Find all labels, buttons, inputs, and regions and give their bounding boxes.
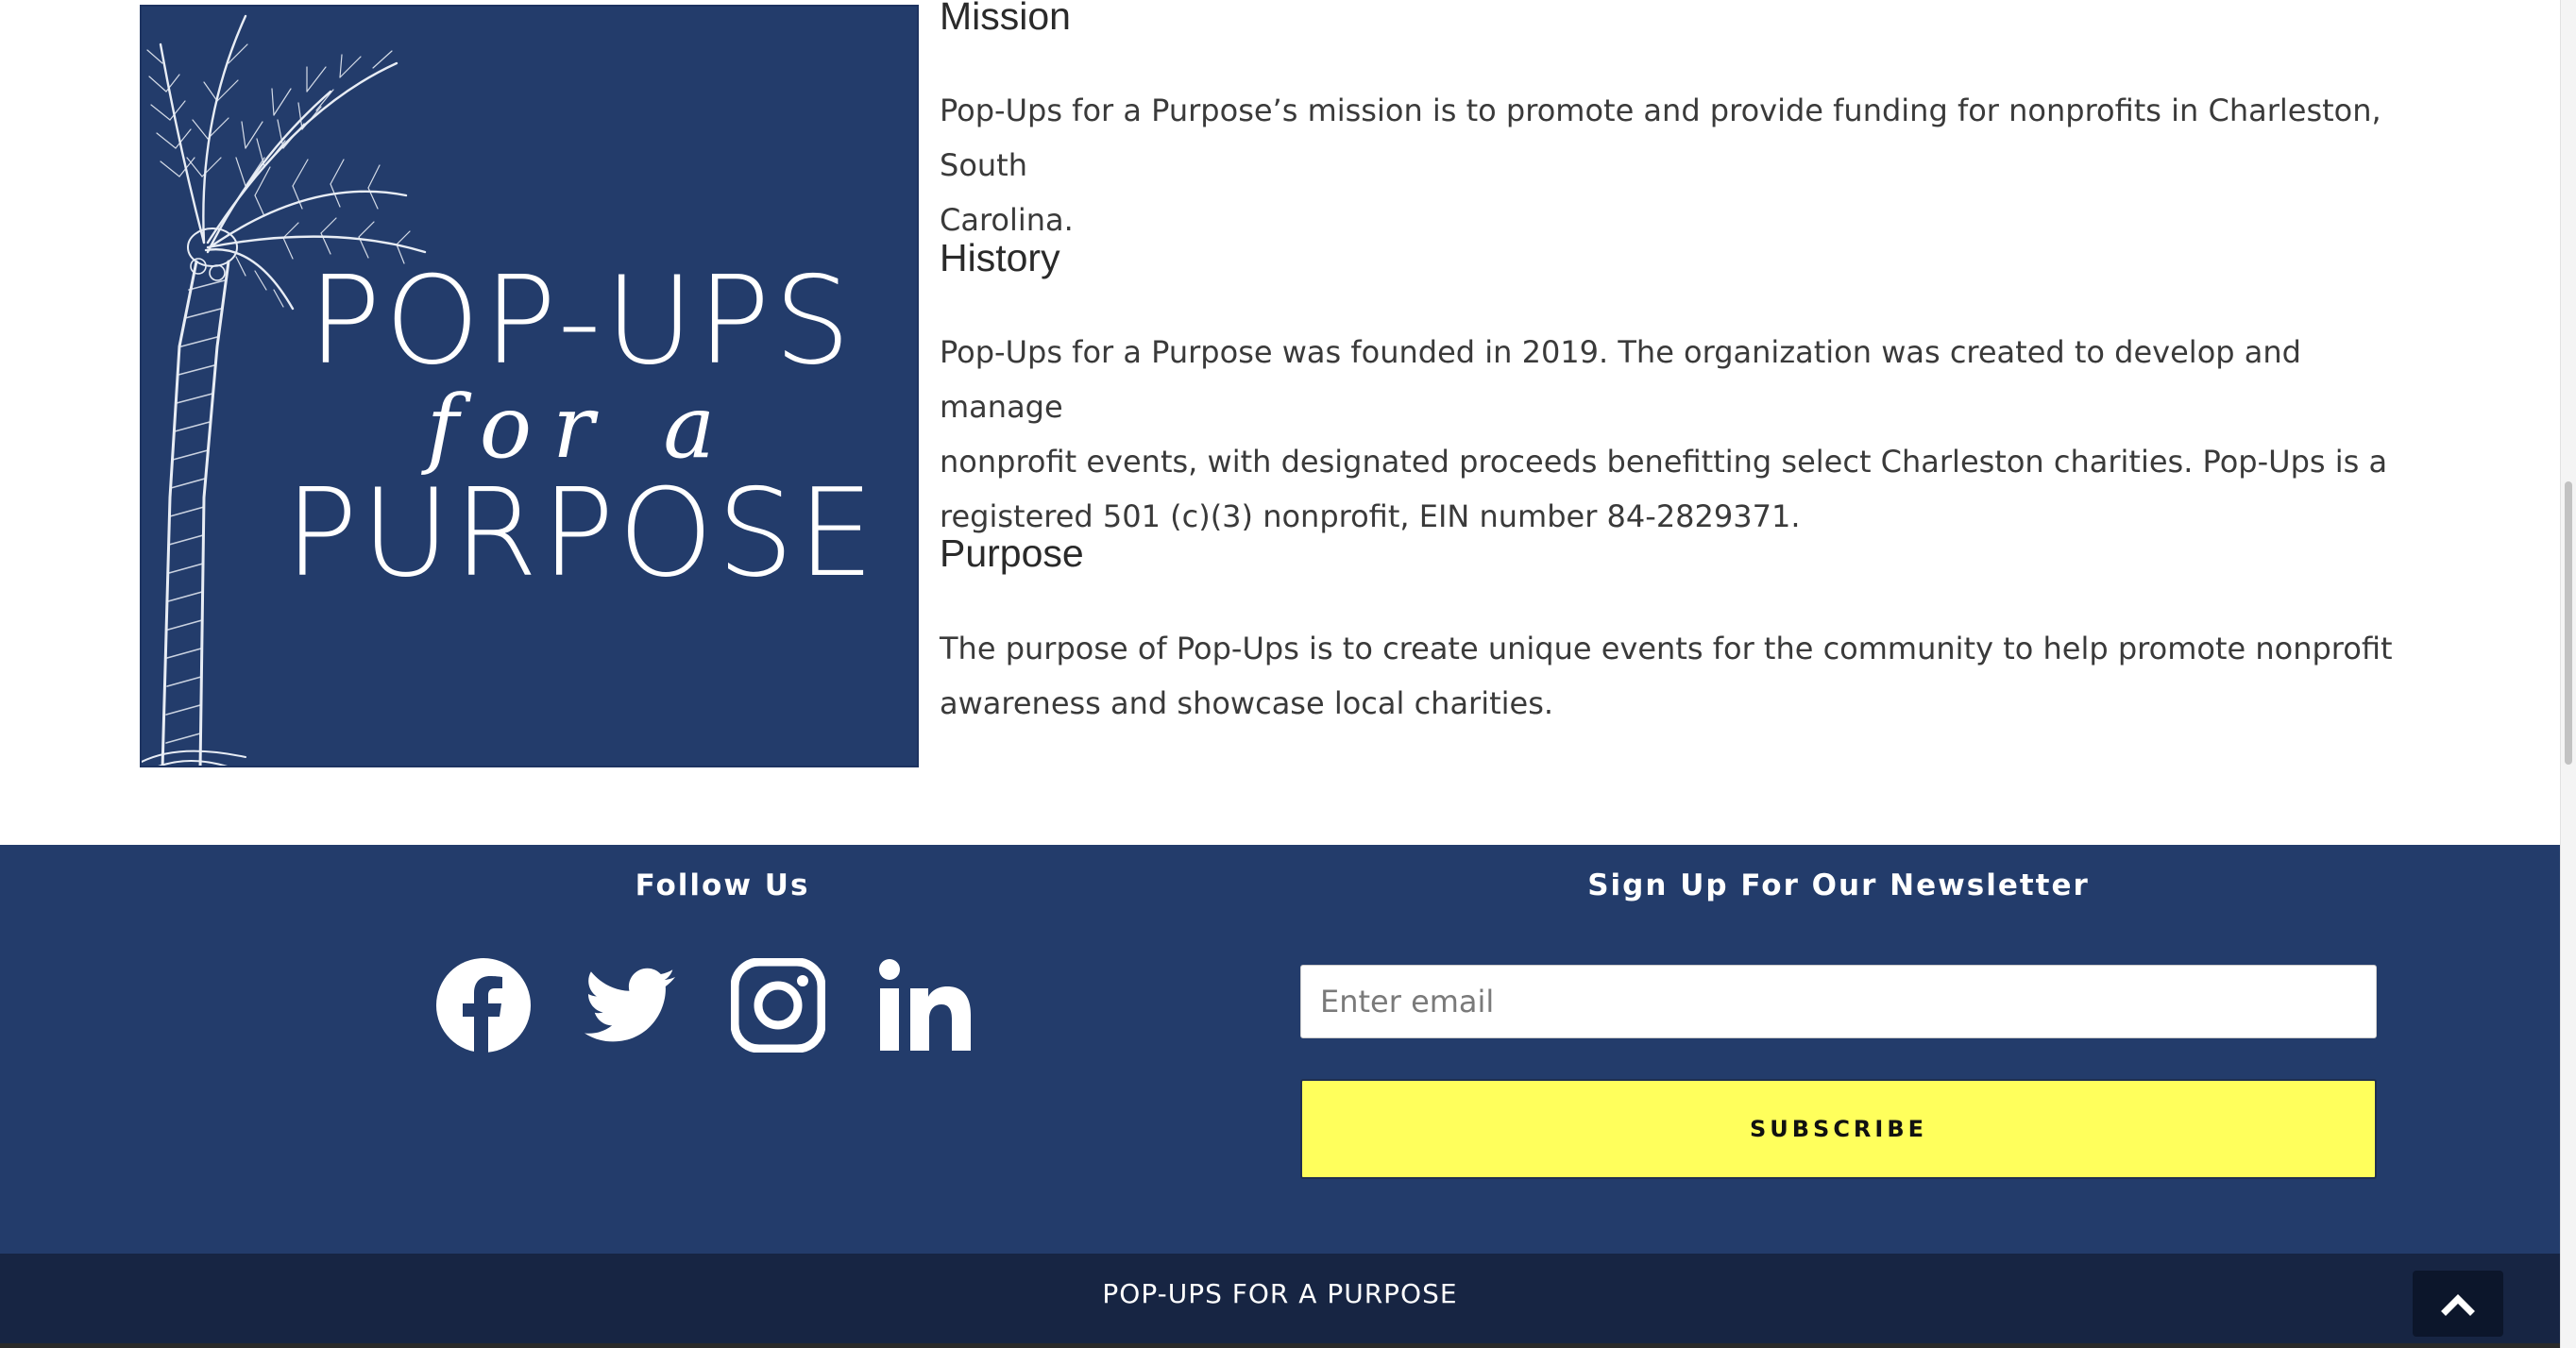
- history-paragraph: Pop-Ups for a Purpose was founded in 201…: [940, 325, 2413, 544]
- mission-paragraph: Pop-Ups for a Purpose’s mission is to pr…: [940, 83, 2413, 247]
- text-line: Pop-Ups for a Purpose’s mission is to pr…: [940, 93, 2381, 183]
- purpose-paragraph: The purpose of Pop-Ups is to create uniq…: [940, 621, 2413, 731]
- text-line: The purpose of Pop-Ups is to create uniq…: [940, 631, 2393, 666]
- history-heading: History: [940, 236, 1060, 279]
- logo-title-line: PURPOSE: [284, 463, 878, 604]
- follow-us-heading: Follow Us: [635, 868, 810, 902]
- scrollbar-thumb[interactable]: [2565, 481, 2572, 765]
- text-line: Carolina.: [940, 202, 1074, 238]
- site-name-footer: POP-UPS FOR A PURPOSE: [1102, 1278, 1458, 1309]
- text-line: Pop-Ups for a Purpose was founded in 201…: [940, 334, 2301, 425]
- mission-heading: Mission: [940, 0, 1071, 38]
- logo-title-line: POP-UPS: [308, 251, 855, 392]
- linkedin-icon[interactable]: [878, 958, 973, 1053]
- window-edge: [0, 1343, 2576, 1348]
- facebook-icon[interactable]: [436, 958, 531, 1053]
- purpose-heading: Purpose: [940, 531, 1084, 575]
- logo-text: POP-UPS for a PURPOSE: [142, 7, 917, 766]
- page-scrollbar[interactable]: [2560, 0, 2576, 1348]
- twitter-icon[interactable]: [583, 958, 677, 1053]
- logo-subtitle-line: for a: [426, 377, 737, 478]
- text-line: nonprofit events, with designated procee…: [940, 444, 2388, 480]
- pop-ups-logo: POP-UPS for a PURPOSE: [140, 5, 919, 767]
- instagram-icon[interactable]: [730, 957, 826, 1053]
- copyright-bar: POP-UPS FOR A PURPOSE: [0, 1254, 2560, 1343]
- text-line: registered 501 (c)(3) nonprofit, EIN num…: [940, 498, 1801, 534]
- newsletter-heading: Sign Up For Our Newsletter: [1587, 868, 2090, 902]
- text-line: awareness and showcase local charities.: [940, 685, 1554, 721]
- chevron-up-icon: [2441, 1294, 2475, 1316]
- subscribe-button[interactable]: SUBSCRIBE: [1300, 1079, 2377, 1179]
- back-to-top-button[interactable]: [2413, 1271, 2503, 1337]
- email-input[interactable]: [1300, 965, 2377, 1038]
- site-footer: Follow Us Sign Up For Our Newsletter SUB…: [0, 845, 2560, 1254]
